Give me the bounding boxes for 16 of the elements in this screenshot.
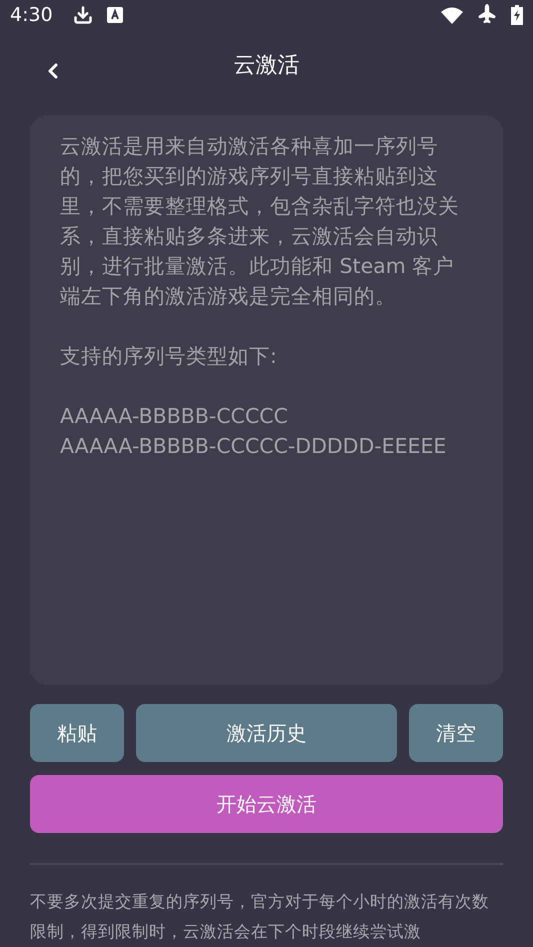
battery-charging-icon — [511, 5, 523, 26]
keyboard-letter-icon — [106, 7, 123, 24]
wifi-icon — [441, 6, 463, 24]
placeholder-text: 云激活是用来自动激活各种喜加一序列号的，把您买到的游戏序列号直接粘贴到这里，不需要整理格式，包含杂乱字符也没关系，直接粘贴多条进来，云激活会自动识别，进行批量激活。此功能和 Steam 客户端左下角的激活游戏是完全相同的。 — [60, 133, 460, 310]
action-button[interactable]: 激活历史 — [136, 704, 397, 762]
download-icon — [72, 5, 93, 26]
placeholder-text: 支持的序列号类型如下: — [60, 343, 278, 370]
placeholder-text: AAAAA-BBBBB-CCCCC-DDDDD-EEEEE — [60, 433, 448, 460]
placeholder-text: AAAAA-BBBBB-CCCCC — [60, 403, 289, 430]
action-button[interactable]: 粘贴 — [30, 704, 124, 762]
action-button[interactable]: 清空 — [409, 704, 503, 762]
page-title: 云激活 — [234, 52, 300, 80]
status-time: 4:30 — [10, 4, 53, 26]
notice-text: 不要多次提交重复的序列号，官方对于每个小时的激活有次数限制，得到限制时，云激活会在下个时段继续尝试激 — [30, 891, 490, 943]
start-activation-button[interactable]: 开始云激活 — [30, 775, 503, 833]
serial-input-field[interactable]: 云激活是用来自动激活各种喜加一序列号的，把您买到的游戏序列号直接粘贴到这里，不需要整理格式，包含杂乱字符也没关系，直接粘贴多条进来，云激活会自动识别，进行批量激活。此功能和 Steam 客户端左下角的激活游戏是完全相同的。 支持的序列号类型如下: AAAAA-BBBBB-CCCCC AAAAA-BBBBB-CCCCC-DDDDD-EEEEE — [30, 115, 503, 685]
